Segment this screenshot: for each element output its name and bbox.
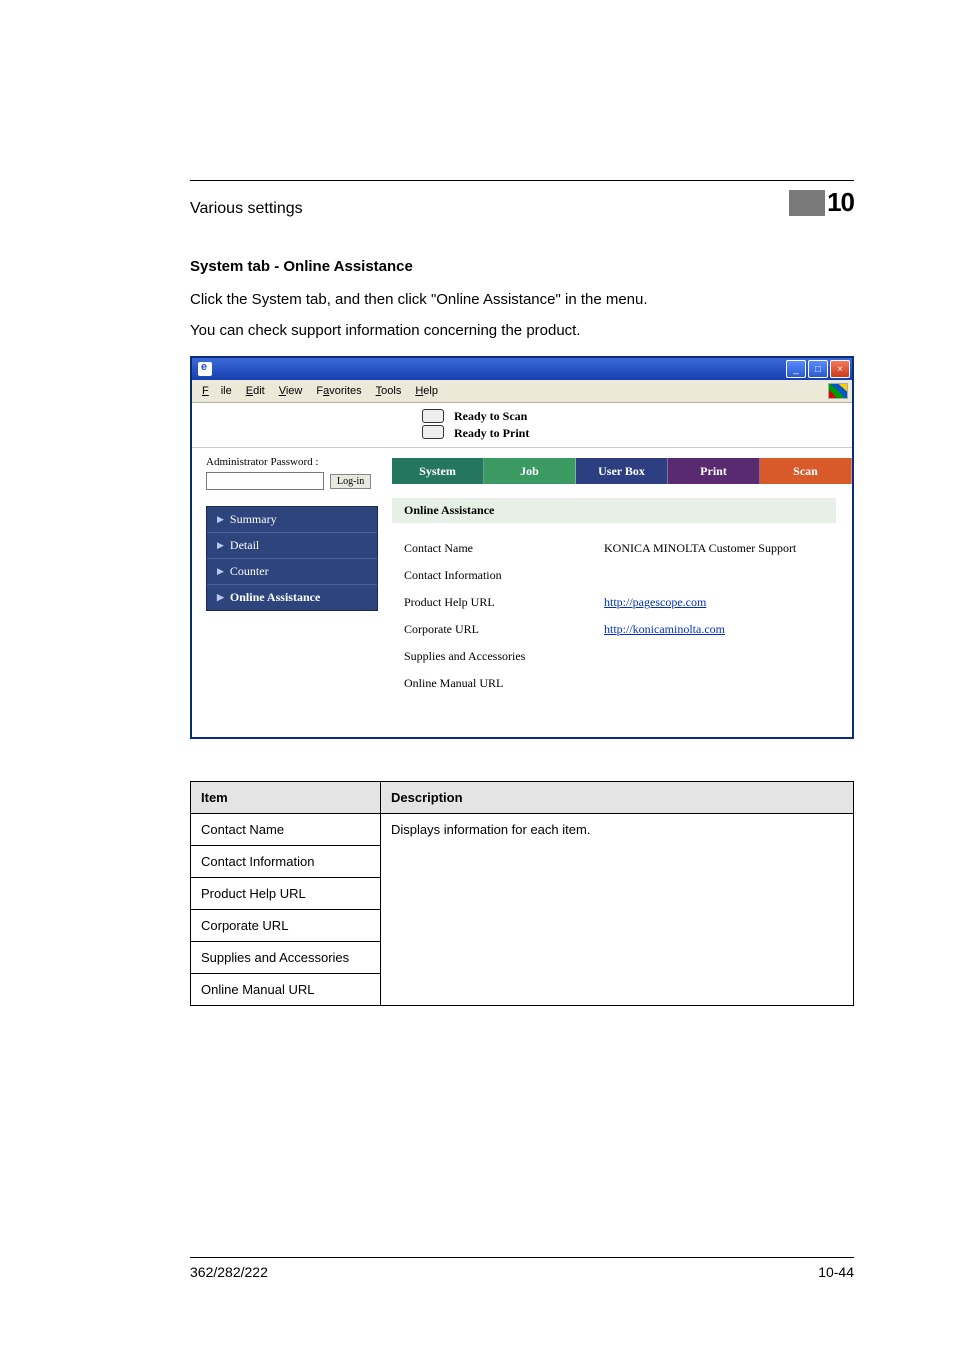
menu-file[interactable]: File: [196, 384, 238, 398]
product-help-link[interactable]: http://pagescope.com: [604, 595, 706, 609]
scanner-icon: [422, 409, 444, 423]
chevron-right-icon: ▶: [217, 514, 224, 525]
windows-flag-icon: [828, 383, 848, 399]
tab-system[interactable]: System: [392, 458, 484, 484]
kv-key: Supplies and Accessories: [404, 649, 604, 664]
td-item: Product Help URL: [191, 878, 381, 910]
browser-window: _ □ × File Edit View Favorites Tools Hel…: [190, 356, 854, 739]
table-row: Product Help URL: [191, 878, 854, 910]
sidebar-item-label: Summary: [230, 512, 277, 527]
kv-key: Contact Name: [404, 541, 604, 556]
printer-icon: [422, 425, 444, 439]
td-desc: [381, 846, 854, 878]
footer-page: 10-44: [818, 1264, 854, 1280]
sidebar-item-detail[interactable]: ▶ Detail: [207, 533, 377, 559]
row-online-manual: Online Manual URL: [404, 670, 836, 697]
paragraph-1: Click the System tab, and then click "On…: [190, 289, 854, 312]
ie-icon: [198, 362, 212, 376]
tab-user-box[interactable]: User Box: [576, 458, 668, 484]
row-product-help-url: Product Help URL http://pagescope.com: [404, 589, 836, 616]
td-desc: [381, 942, 854, 974]
table-row: Online Manual URL: [191, 974, 854, 1006]
td-item: Online Manual URL: [191, 974, 381, 1006]
kv-key: Online Manual URL: [404, 676, 604, 691]
kv-value: http://konicaminolta.com: [604, 622, 725, 637]
row-supplies: Supplies and Accessories: [404, 643, 836, 670]
admin-password-input[interactable]: [206, 472, 324, 490]
td-desc: [381, 974, 854, 1006]
close-button[interactable]: ×: [830, 360, 850, 378]
row-contact-info: Contact Information: [404, 562, 836, 589]
tab-job[interactable]: Job: [484, 458, 576, 484]
td-desc: [381, 910, 854, 942]
kv-key: Product Help URL: [404, 595, 604, 610]
td-item: Contact Name: [191, 814, 381, 846]
th-description: Description: [381, 782, 854, 814]
row-contact-name: Contact Name KONICA MINOLTA Customer Sup…: [404, 535, 836, 562]
kv-value: http://pagescope.com: [604, 595, 706, 610]
chevron-right-icon: ▶: [217, 566, 224, 577]
kv-value: KONICA MINOLTA Customer Support: [604, 541, 796, 556]
menubar: File Edit View Favorites Tools Help: [192, 380, 852, 403]
row-corporate-url: Corporate URL http://konicaminolta.com: [404, 616, 836, 643]
panel-title: Online Assistance: [392, 498, 836, 523]
corporate-link[interactable]: http://konicaminolta.com: [604, 622, 725, 636]
titlebar: _ □ ×: [192, 358, 852, 380]
table-row: Supplies and Accessories: [191, 942, 854, 974]
tab-scan[interactable]: Scan: [760, 458, 852, 484]
td-item: Corporate URL: [191, 910, 381, 942]
sidebar-item-counter[interactable]: ▶ Counter: [207, 559, 377, 585]
minimize-button[interactable]: _: [786, 360, 806, 378]
table-row: Contact Information: [191, 846, 854, 878]
td-desc: Displays information for each item.: [381, 814, 854, 846]
td-item: Contact Information: [191, 846, 381, 878]
device-status: Ready to Scan Ready to Print: [192, 403, 852, 448]
sidebar-item-online-assistance[interactable]: ▶ Online Assistance: [207, 585, 377, 610]
kv-key: Corporate URL: [404, 622, 604, 637]
main-tabs: System Job User Box Print Scan: [392, 458, 852, 484]
td-item: Supplies and Accessories: [191, 942, 381, 974]
chapter-stripe: [789, 190, 825, 216]
footer-model: 362/282/222: [190, 1264, 268, 1280]
th-item: Item: [191, 782, 381, 814]
chevron-right-icon: ▶: [217, 540, 224, 551]
menu-favorites[interactable]: Favorites: [310, 384, 367, 398]
kv-key: Contact Information: [404, 568, 604, 583]
chapter-badge: 10: [789, 187, 854, 218]
admin-password-label: Administrator Password :: [206, 456, 378, 468]
table-row: Corporate URL: [191, 910, 854, 942]
menu-help[interactable]: Help: [409, 384, 444, 398]
panel-body: Contact Name KONICA MINOLTA Customer Sup…: [392, 535, 852, 697]
sidebar-item-label: Detail: [230, 538, 259, 553]
td-desc: [381, 878, 854, 910]
menu-tools[interactable]: Tools: [370, 384, 408, 398]
page-heading: System tab - Online Assistance: [190, 258, 854, 275]
chapter-number: 10: [827, 187, 854, 218]
sidebar-item-label: Online Assistance: [230, 590, 320, 605]
tab-print[interactable]: Print: [668, 458, 760, 484]
status-print: Ready to Print: [454, 426, 529, 441]
maximize-button[interactable]: □: [808, 360, 828, 378]
login-button[interactable]: Log-in: [330, 474, 371, 489]
menu-edit[interactable]: Edit: [240, 384, 271, 398]
chevron-right-icon: ▶: [217, 592, 224, 603]
side-menu: ▶ Summary ▶ Detail ▶ Counter ▶ Online Assist…: [206, 506, 378, 611]
menu-view[interactable]: View: [273, 384, 309, 398]
sidebar-item-summary[interactable]: ▶ Summary: [207, 507, 377, 533]
section-title: Various settings: [190, 200, 303, 218]
sidebar-item-label: Counter: [230, 564, 269, 579]
table-row: Contact Name Displays information for ea…: [191, 814, 854, 846]
status-scan: Ready to Scan: [454, 409, 529, 424]
description-table: Item Description Contact Name Displays i…: [190, 781, 854, 1006]
paragraph-2: You can check support information concer…: [190, 320, 854, 343]
page-footer: 362/282/222 10-44: [190, 1257, 854, 1280]
